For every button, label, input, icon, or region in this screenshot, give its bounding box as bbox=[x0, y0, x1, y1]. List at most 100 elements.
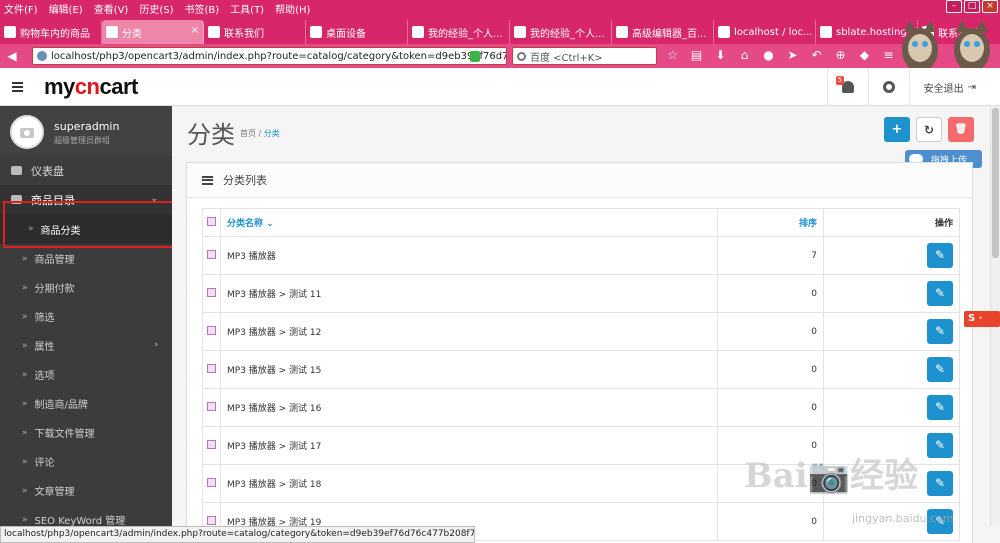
search-icon bbox=[517, 51, 526, 61]
globe-icon bbox=[37, 51, 47, 61]
menu-item[interactable]: 工具(T) bbox=[230, 1, 264, 16]
sidebar-item[interactable]: » 商品分类 bbox=[0, 214, 172, 244]
extension-icon[interactable]: ⊕ bbox=[832, 47, 849, 64]
sidebar-item[interactable]: » 评论 bbox=[0, 447, 172, 476]
browser-search-input[interactable]: 百度 <Ctrl+K> bbox=[512, 47, 657, 65]
menu-item[interactable]: 历史(S) bbox=[139, 1, 173, 16]
sidebar-item-label: 分期付款 bbox=[34, 284, 75, 295]
sidebar-item-dashboard[interactable]: 仪表盘 bbox=[0, 156, 172, 185]
tab-label: 我的经验_个人... bbox=[428, 28, 503, 40]
user-role: 超级管理员群组 bbox=[54, 136, 110, 145]
notification-button[interactable]: 5 bbox=[826, 68, 868, 106]
menu-item[interactable]: 文件(F) bbox=[4, 1, 38, 16]
tab-close-icon[interactable]: × bbox=[191, 25, 199, 36]
add-category-button[interactable]: + bbox=[884, 117, 910, 142]
search-placeholder: 百度 <Ctrl+K> bbox=[530, 52, 603, 64]
browser-tab[interactable]: 我的经验_个人... bbox=[510, 20, 612, 44]
edit-button[interactable]: ✎ bbox=[927, 471, 953, 496]
star-icon[interactable]: ☆ bbox=[490, 49, 500, 62]
menu-item[interactable]: 编辑(E) bbox=[49, 1, 83, 16]
pencil-icon: ✎ bbox=[934, 324, 946, 338]
browser-tab[interactable]: 购物车内的商品 bbox=[0, 20, 102, 44]
sidebar-item[interactable]: » 下载文件管理 bbox=[0, 418, 172, 447]
baidu-watermark: Bai📷经验 bbox=[744, 456, 919, 496]
angle-double-right-icon: » bbox=[22, 485, 28, 496]
breadcrumb: 首页 / 分类 bbox=[240, 128, 280, 139]
column-header-name[interactable]: 分类名称 ⌄ bbox=[220, 208, 718, 237]
row-checkbox[interactable] bbox=[202, 274, 221, 313]
logout-button[interactable]: 安全退出 ⇥ bbox=[908, 68, 990, 106]
hamburger-icon[interactable] bbox=[12, 82, 23, 92]
category-name: MP3 播放器 bbox=[220, 236, 718, 275]
category-name: MP3 播放器 > 测试 12 bbox=[220, 312, 718, 351]
browser-tab[interactable]: localhost / loc... bbox=[714, 20, 816, 44]
browser-tab[interactable]: 高级编辑器_百... bbox=[612, 20, 714, 44]
sidebar-item-label: 筛选 bbox=[34, 313, 55, 324]
browser-tab[interactable]: 我的经验_个人... bbox=[408, 20, 510, 44]
sogou-ime-icon[interactable]: S · bbox=[964, 311, 1000, 327]
edit-button[interactable]: ✎ bbox=[927, 243, 953, 268]
select-all-checkbox[interactable] bbox=[202, 208, 221, 237]
pencil-icon: ✎ bbox=[934, 286, 946, 300]
category-name: MP3 播放器 > 测试 16 bbox=[220, 388, 718, 427]
sidebar-item[interactable]: » 文章管理 bbox=[0, 476, 172, 505]
browser-tab[interactable]: 分类 × bbox=[102, 20, 204, 44]
menu-item[interactable]: 书签(B) bbox=[185, 1, 220, 16]
sidebar-item[interactable]: » 筛选 bbox=[0, 302, 172, 331]
download-icon[interactable]: ⬇ bbox=[712, 47, 729, 64]
delete-button[interactable]: 🗑 bbox=[948, 117, 974, 142]
clipboard-icon[interactable]: ▤ bbox=[688, 47, 705, 64]
breadcrumb-home[interactable]: 首页 bbox=[240, 129, 256, 138]
sign-out-icon: ⇥ bbox=[967, 81, 976, 93]
row-checkbox[interactable] bbox=[202, 312, 221, 351]
scrollbar-thumb[interactable] bbox=[992, 108, 999, 258]
send-icon[interactable]: ➤ bbox=[784, 47, 801, 64]
help-button[interactable] bbox=[867, 68, 909, 106]
edit-button[interactable]: ✎ bbox=[927, 395, 953, 420]
row-checkbox[interactable] bbox=[202, 236, 221, 275]
sidebar-item[interactable]: » 属性 › bbox=[0, 331, 172, 360]
sidebar-item[interactable]: » 选项 bbox=[0, 360, 172, 389]
row-checkbox[interactable] bbox=[202, 388, 221, 427]
user-profile: superadmin 超级管理员群组 bbox=[0, 106, 172, 156]
row-checkbox[interactable] bbox=[202, 350, 221, 389]
home-icon[interactable]: ⌂ bbox=[736, 47, 753, 64]
tab-label: 分类 bbox=[122, 28, 142, 40]
sidebar: superadmin 超级管理员群组 仪表盘 商品目录 ⌄ » 商品分类 » 商品管理… bbox=[0, 106, 172, 543]
edit-button[interactable]: ✎ bbox=[927, 319, 953, 344]
column-header-sort[interactable]: 排序 bbox=[717, 208, 824, 237]
menu-item[interactable]: 查看(V) bbox=[94, 1, 129, 16]
browser-tab[interactable]: 桌面设备 bbox=[306, 20, 408, 44]
share-icon[interactable]: ◆ bbox=[856, 47, 873, 64]
edit-button[interactable]: ✎ bbox=[927, 281, 953, 306]
chat-icon[interactable]: ● bbox=[760, 47, 777, 64]
refresh-button[interactable]: ↻ bbox=[916, 117, 942, 142]
row-actions: ✎ bbox=[823, 312, 960, 351]
sidebar-item-label: 商品分类 bbox=[40, 225, 81, 237]
sidebar-item-label: 文章管理 bbox=[34, 487, 75, 498]
row-checkbox[interactable] bbox=[202, 426, 221, 465]
theme-cats-decoration bbox=[902, 20, 990, 68]
edit-button[interactable]: ✎ bbox=[927, 433, 953, 458]
row-actions: ✎ bbox=[823, 388, 960, 427]
browser-tab[interactable]: 联系我们 bbox=[204, 20, 306, 44]
logo: mycncart bbox=[44, 74, 138, 100]
row-checkbox[interactable] bbox=[202, 464, 221, 503]
back-icon[interactable]: ◀ bbox=[3, 47, 21, 65]
sort-order: 0 bbox=[717, 312, 824, 351]
edit-button[interactable]: ✎ bbox=[927, 357, 953, 382]
sidebar-item[interactable]: » 商品管理 bbox=[0, 244, 172, 273]
tab-favicon-icon bbox=[4, 26, 16, 38]
sidebar-item[interactable]: » 制造商/品牌 bbox=[0, 389, 172, 418]
logo-part-cart: cart bbox=[99, 74, 138, 99]
sidebar-item-label: 商品目录 bbox=[31, 193, 75, 207]
pencil-icon: ✎ bbox=[934, 362, 946, 376]
row-actions: ✎ bbox=[823, 274, 960, 313]
url-bar[interactable]: localhost/php3/opencart3/admin/index.php… bbox=[32, 47, 507, 65]
undo-icon[interactable]: ↶ bbox=[808, 47, 825, 64]
sidebar-item-catalog[interactable]: 商品目录 ⌄ bbox=[0, 185, 172, 214]
breadcrumb-current[interactable]: 分类 bbox=[264, 129, 280, 138]
sidebar-item[interactable]: » 分期付款 bbox=[0, 273, 172, 302]
bookmark-star-icon[interactable]: ☆ bbox=[664, 47, 681, 64]
menu-item[interactable]: 帮助(H) bbox=[275, 1, 310, 16]
